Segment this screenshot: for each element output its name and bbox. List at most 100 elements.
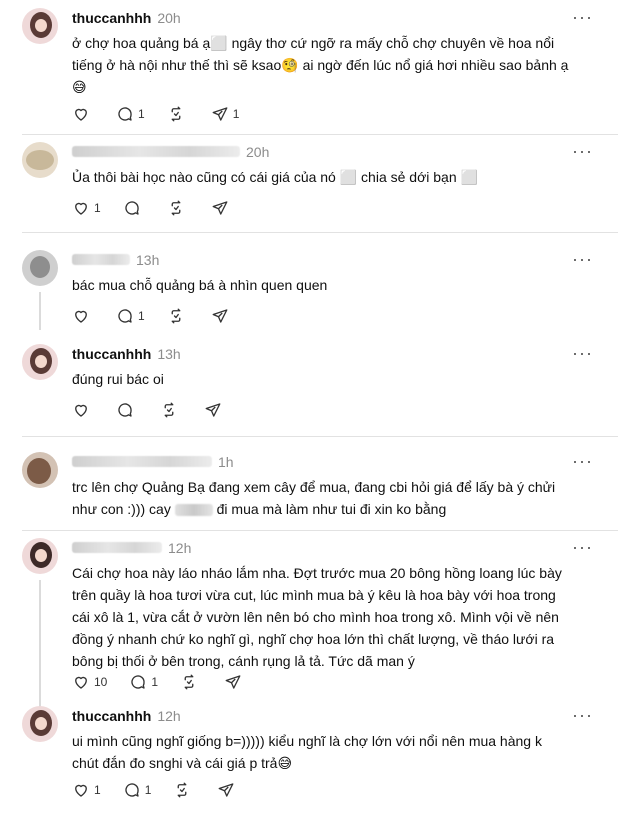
share-button[interactable] — [224, 673, 246, 691]
more-options-icon[interactable]: ··· — [572, 142, 593, 160]
post-actions: 1 — [72, 198, 255, 218]
speech-bubble-icon — [116, 105, 134, 123]
reply-button[interactable]: 1 — [116, 105, 145, 123]
post-header: 13h — [72, 252, 159, 270]
post-actions: 1 1 — [72, 780, 261, 800]
username[interactable]: thuccanhhh — [72, 10, 151, 26]
reply-button[interactable] — [123, 199, 145, 217]
like-button[interactable] — [72, 307, 94, 325]
share-button[interactable] — [211, 307, 233, 325]
post-text-line: ở chợ hoa quảng bá ạ⬜ ngây thơ cứ ngỡ ra… — [72, 35, 555, 51]
post-text-line: 😅 — [72, 79, 87, 95]
like-button[interactable] — [72, 105, 94, 123]
post-header: 20h — [72, 144, 269, 162]
reply-button[interactable]: 1 — [129, 673, 158, 691]
like-count: 10 — [94, 675, 108, 689]
blurred-username[interactable] — [72, 542, 162, 553]
reply-count: 1 — [144, 783, 152, 797]
timestamp: 12h — [168, 540, 192, 556]
paper-plane-icon — [217, 781, 235, 799]
blurred-word — [174, 504, 213, 517]
thread-feed: thuccanhhh 20h ··· ở chợ hoa quảng bá ạ⬜… — [0, 0, 640, 840]
speech-bubble-icon — [116, 307, 134, 325]
post-actions: 1 1 — [72, 104, 261, 124]
like-button[interactable]: 1 — [72, 199, 101, 217]
post-actions — [72, 400, 248, 420]
share-button[interactable] — [217, 781, 239, 799]
paper-plane-icon — [211, 307, 229, 325]
reply-count: 1 — [151, 675, 159, 689]
post-header: 12h — [72, 540, 191, 558]
repost-icon — [167, 199, 185, 217]
like-count: 1 — [94, 201, 101, 215]
more-options-icon[interactable]: ··· — [572, 452, 593, 470]
post-actions: 10 1 — [72, 672, 268, 692]
username[interactable]: thuccanhhh — [72, 708, 151, 724]
avatar[interactable] — [22, 538, 58, 574]
thread-connector — [39, 292, 41, 330]
divider — [22, 232, 618, 233]
avatar[interactable] — [22, 344, 58, 380]
repost-button[interactable] — [180, 673, 202, 691]
divider — [22, 530, 618, 531]
share-button[interactable] — [211, 199, 233, 217]
share-button[interactable]: 1 — [211, 105, 240, 123]
repost-button[interactable] — [167, 199, 189, 217]
post-header: thuccanhhh 12h — [72, 708, 181, 726]
reply-count: 1 — [138, 309, 145, 323]
blurred-username[interactable] — [72, 456, 212, 467]
repost-button[interactable] — [167, 105, 189, 123]
avatar[interactable] — [22, 706, 58, 742]
like-button[interactable]: 10 — [72, 673, 107, 691]
divider — [22, 134, 618, 135]
repost-icon — [160, 401, 178, 419]
avatar[interactable] — [22, 250, 58, 286]
post-header: 1h — [72, 454, 234, 472]
reply-count: 1 — [138, 107, 145, 121]
post-text: bác mua chỗ quảng bá à nhìn quen quen — [72, 274, 582, 296]
like-button[interactable] — [72, 401, 94, 419]
reply-button[interactable]: 1 — [123, 781, 152, 799]
blurred-username[interactable] — [72, 146, 240, 157]
more-options-icon[interactable]: ··· — [572, 344, 593, 362]
reply-button[interactable] — [116, 401, 138, 419]
avatar[interactable] — [22, 142, 58, 178]
avatar[interactable] — [22, 8, 58, 44]
post-text-line: bông bị thối ở bên trong, cánh rụng lả t… — [72, 653, 415, 669]
post-text-line: chút đắn đo snghi và cái giá p trả😅 — [72, 755, 293, 771]
avatar[interactable] — [22, 452, 58, 488]
repost-icon — [167, 307, 185, 325]
repost-button[interactable] — [173, 781, 195, 799]
timestamp: 1h — [218, 454, 234, 470]
more-options-icon[interactable]: ··· — [572, 706, 593, 724]
more-options-icon[interactable]: ··· — [572, 8, 593, 26]
more-options-icon[interactable]: ··· — [572, 538, 593, 556]
share-count: 1 — [232, 107, 240, 121]
heart-icon — [72, 307, 90, 325]
heart-icon — [72, 105, 90, 123]
timestamp: 13h — [157, 346, 181, 362]
repost-button[interactable] — [167, 307, 189, 325]
repost-icon — [180, 673, 198, 691]
more-options-icon[interactable]: ··· — [572, 250, 593, 268]
timestamp: 20h — [246, 144, 270, 160]
speech-bubble-icon — [123, 781, 141, 799]
username[interactable]: thuccanhhh — [72, 346, 151, 362]
post-text-line: trc lên chợ Quảng Bạ đang xem cây để mua… — [72, 479, 556, 495]
post-text-line: Cái chợ hoa này láo nháo lắm nha. Đợt tr… — [72, 565, 562, 581]
post-text-line: như con :))) cay đi mua mà làm như tui đ… — [72, 498, 582, 520]
reply-button[interactable]: 1 — [116, 307, 145, 325]
paper-plane-icon — [211, 105, 229, 123]
repost-button[interactable] — [160, 401, 182, 419]
post-text-line: đúng rui bác oi — [72, 371, 164, 387]
heart-icon — [72, 781, 90, 799]
post-text-line: trên quầy là hoa tươi vừa cut, lúc mình … — [72, 587, 556, 603]
heart-icon — [72, 401, 90, 419]
like-count: 1 — [94, 783, 101, 797]
repost-icon — [173, 781, 191, 799]
share-button[interactable] — [204, 401, 226, 419]
repost-icon — [167, 105, 185, 123]
blurred-username[interactable] — [72, 254, 130, 265]
post-text-line: ui mình cũng nghĩ giống b=))))) kiểu ngh… — [72, 733, 542, 749]
like-button[interactable]: 1 — [72, 781, 101, 799]
